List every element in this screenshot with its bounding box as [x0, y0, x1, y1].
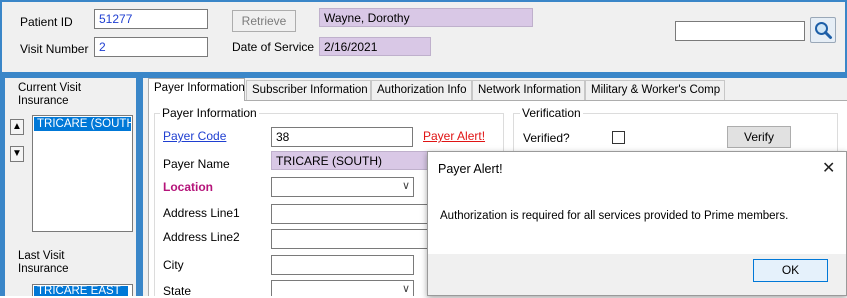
tab-subscriber-information[interactable]: Subscriber Information	[246, 80, 371, 100]
search-button[interactable]	[810, 17, 836, 43]
patient-id-label: Patient ID	[20, 15, 73, 29]
current-visit-label: Current Visit	[18, 82, 82, 94]
close-icon[interactable]: ✕	[822, 158, 835, 178]
dialog-message: Authorization is required for all servic…	[440, 210, 789, 222]
current-insurance-label: Insurance	[18, 95, 69, 107]
address-line2-field[interactable]	[271, 229, 431, 249]
patient-name-display: Wayne, Dorothy	[319, 8, 533, 27]
city-label: City	[163, 258, 184, 272]
payer-name-label: Payer Name	[163, 157, 230, 171]
verify-button[interactable]: Verify	[727, 126, 791, 148]
last-insurance-item[interactable]: TRICARE EAST	[33, 285, 129, 297]
location-label: Location	[163, 180, 213, 194]
retrieve-button[interactable]: Retrieve	[232, 10, 296, 32]
payer-information-group-title: Payer Information	[160, 106, 259, 120]
payer-code-field[interactable]: 38	[271, 127, 413, 147]
search-input[interactable]	[675, 21, 805, 41]
payer-name-display: TRICARE (SOUTH)	[271, 151, 431, 170]
dialog-title: Payer Alert!	[438, 162, 503, 176]
tab-network-information[interactable]: Network Information	[472, 80, 585, 100]
arrow-up-icon: ▲	[12, 121, 22, 132]
address-line2-label: Address Line2	[163, 230, 240, 244]
arrow-down-icon: ▼	[12, 148, 22, 159]
dialog-title-bar: Payer Alert! ✕	[428, 152, 846, 186]
date-of-service-label: Date of Service	[232, 40, 315, 54]
address-line1-label: Address Line1	[163, 206, 240, 220]
chevron-down-icon: ∨	[401, 180, 410, 192]
location-select[interactable]: ∨	[271, 177, 414, 197]
city-field[interactable]	[271, 255, 414, 275]
last-visit-label: Last Visit	[18, 250, 65, 262]
move-down-button[interactable]: ▼	[10, 146, 24, 162]
verification-group-title: Verification	[520, 106, 583, 120]
verified-checkbox[interactable]	[612, 131, 625, 144]
ok-button[interactable]: OK	[753, 259, 828, 282]
payer-alert-dialog: Payer Alert! ✕ Authorization is required…	[427, 151, 847, 296]
dialog-body: Authorization is required for all servic…	[428, 186, 846, 254]
search-icon	[815, 22, 832, 39]
current-insurance-list[interactable]	[32, 115, 133, 232]
move-up-button[interactable]: ▲	[10, 119, 24, 135]
last-insurance-label: Insurance	[18, 263, 69, 275]
address-line1-field[interactable]	[271, 204, 431, 224]
patient-id-field[interactable]: 51277	[94, 9, 208, 29]
tab-military-workers-comp[interactable]: Military & Worker's Comp	[585, 80, 725, 100]
tab-payer-information[interactable]: Payer Information	[148, 78, 245, 101]
verified-label: Verified?	[523, 131, 570, 145]
tab-authorization-info[interactable]: Authorization Info	[371, 80, 472, 100]
payer-alert-link[interactable]: Payer Alert!	[423, 129, 485, 143]
chevron-down-icon: ∨	[401, 283, 410, 295]
state-select[interactable]: ∨	[271, 280, 414, 296]
payer-code-link[interactable]: Payer Code	[163, 129, 226, 143]
visit-number-field[interactable]: 2	[94, 37, 208, 57]
date-of-service-display: 2/16/2021	[319, 37, 431, 56]
current-insurance-item[interactable]: TRICARE (SOUTH)	[34, 117, 131, 131]
visit-number-label: Visit Number	[20, 42, 89, 56]
